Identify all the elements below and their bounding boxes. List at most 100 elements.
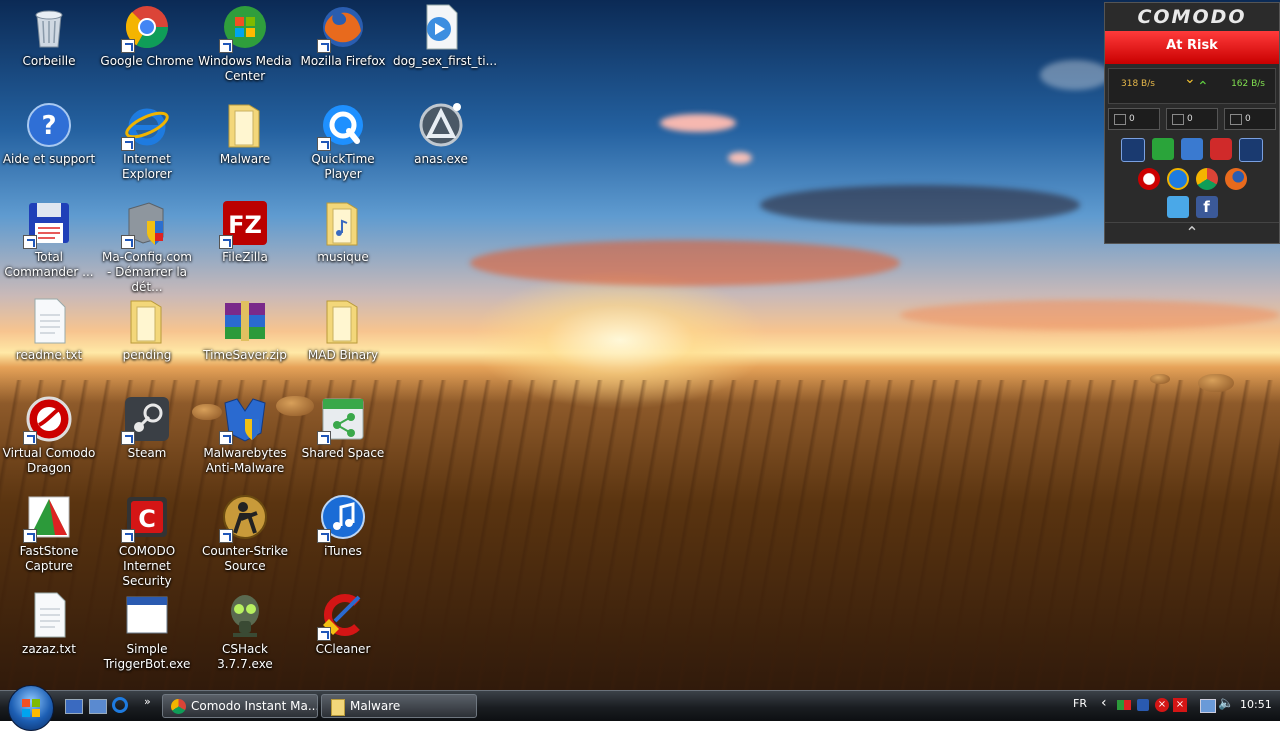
desktop-icon-anas-exe[interactable]: anas.exe xyxy=(393,101,489,167)
sandbox-counter[interactable]: 0 xyxy=(1166,108,1218,130)
sandbox-icon[interactable] xyxy=(1181,138,1203,160)
cloud xyxy=(900,300,1280,330)
error-tray-icon[interactable]: × xyxy=(1173,698,1187,712)
desktop-icon-label: Shared Space xyxy=(301,446,385,460)
desktop-icon-label: dog_sex_first_ti... xyxy=(393,54,498,68)
taskbar: » Comodo Instant Ma... Malware FR ‹ × × … xyxy=(0,685,1280,731)
switch-windows-icon[interactable] xyxy=(89,699,107,714)
desktop-icon-steam[interactable]: Steam xyxy=(99,395,195,461)
desktop-icon-label: readme.txt xyxy=(15,348,83,362)
internet-explorer-icon xyxy=(121,101,171,151)
desktop-icon-simple-triggerbot[interactable]: Simple TriggerBot.exe xyxy=(99,591,195,672)
shortcut-arrow-icon xyxy=(23,529,37,543)
desktop-icon-shared-space[interactable]: Shared Space xyxy=(295,395,391,461)
desktop-icon-internet-explorer[interactable]: Internet Explorer xyxy=(99,101,195,182)
volume-icon[interactable]: 🔈 xyxy=(1218,696,1234,711)
desktop-icon-faststone-capture[interactable]: FastStone Capture xyxy=(1,493,97,574)
security-alert-tray-icon[interactable]: × xyxy=(1155,698,1169,712)
log-counter[interactable]: 0 xyxy=(1224,108,1276,130)
desktop-icon-counter-strike-source[interactable]: Counter-Strike Source xyxy=(197,493,293,574)
internet-explorer-quicklaunch-icon[interactable] xyxy=(112,697,128,713)
desktop-icon-malware-folder[interactable]: Malware xyxy=(197,101,293,167)
firefox-icon[interactable] xyxy=(1224,168,1247,190)
network-tray-icon[interactable] xyxy=(1137,699,1149,711)
desktop-icon-itunes[interactable]: iTunes xyxy=(295,493,391,559)
desktop-icon-malwarebytes[interactable]: Malwarebytes Anti-Malware xyxy=(197,395,293,476)
desktop-icon-zazaz-txt[interactable]: zazaz.txt xyxy=(1,591,97,657)
show-hidden-icons-icon[interactable]: ‹ xyxy=(1101,695,1107,711)
desktop-icon-label: FileZilla xyxy=(222,250,268,264)
internet-explorer-icon[interactable] xyxy=(1166,168,1189,190)
quicktime-icon xyxy=(317,101,367,151)
blocked-counter[interactable]: 0 xyxy=(1108,108,1160,130)
folder-icon xyxy=(123,297,171,345)
firefox-icon xyxy=(317,3,367,53)
desktop-icon-label: pending xyxy=(122,348,172,362)
desktop-icon-label: Total Commander ... xyxy=(4,250,94,279)
desktop-icon-label: Corbeille xyxy=(22,54,76,68)
taskbar-task-malware-folder[interactable]: Malware xyxy=(321,694,477,718)
desktop-icon-label: Mozilla Firefox xyxy=(300,54,386,68)
security-status-banner[interactable]: At Risk xyxy=(1105,31,1279,64)
network-traffic-panel[interactable]: 318 B/s ⌄ ⌃ 162 B/s xyxy=(1108,68,1276,104)
comodo-dragon-icon[interactable] xyxy=(1137,168,1160,190)
chrome-icon[interactable] xyxy=(1195,168,1218,190)
desktop-icon-ma-config[interactable]: Ma-Config.com - Démarrer la dét... xyxy=(99,199,195,295)
chrome-icon xyxy=(171,699,186,714)
desktop-icon-label: zazaz.txt xyxy=(22,642,76,656)
clock[interactable]: 10:51 xyxy=(1240,698,1272,711)
desktop-icon-musique-folder[interactable]: musique xyxy=(295,199,391,265)
quicklaunch-overflow-icon[interactable]: » xyxy=(144,695,151,708)
comodo-logo: COMODO xyxy=(1137,6,1247,28)
windows-logo-icon xyxy=(22,699,40,717)
desktop-icon-filezilla[interactable]: FZ FileZilla xyxy=(197,199,293,265)
facebook-icon[interactable]: f xyxy=(1195,196,1218,218)
desktop-icon-cshack[interactable]: CSHack 3.7.7.exe xyxy=(197,591,293,672)
desktop-icon-label: FastStone Capture xyxy=(19,544,79,573)
folder-icon xyxy=(319,297,367,345)
desktop-icon-video-file[interactable]: dog_sex_first_ti... xyxy=(393,3,498,69)
desktop-icon-readme-txt[interactable]: readme.txt xyxy=(1,297,97,363)
desktop-icon-corbeille[interactable]: Corbeille xyxy=(1,3,97,69)
desktop-icon-quicktime-player[interactable]: QuickTime Player xyxy=(295,101,391,182)
folder-icon xyxy=(221,101,269,149)
desktop-icon-timesaver-zip[interactable]: TimeSaver.zip xyxy=(197,297,293,363)
desktop-icon-google-chrome[interactable]: Google Chrome xyxy=(99,3,195,69)
desktop-icon-comodo-internet-security[interactable]: C COMODO Internet Security xyxy=(99,493,195,589)
language-indicator[interactable]: FR xyxy=(1073,697,1087,710)
checkbox-icon xyxy=(1114,114,1126,125)
shortcut-arrow-icon xyxy=(219,431,233,445)
desktop-icon-virtual-comodo-dragon[interactable]: Virtual Comodo Dragon xyxy=(1,395,97,476)
taskbar-task-chrome[interactable]: Comodo Instant Ma... xyxy=(162,694,318,718)
desktop-icon-ccleaner[interactable]: CCleaner xyxy=(295,591,391,657)
collapse-icon[interactable]: ⌃ xyxy=(1105,222,1279,243)
start-button[interactable] xyxy=(8,685,54,731)
update-icon[interactable] xyxy=(1152,138,1174,160)
record-icon[interactable] xyxy=(1210,138,1232,160)
desktop-icon-pending-folder[interactable]: pending xyxy=(99,297,195,363)
desktop-icon-label: COMODO Internet Security xyxy=(118,544,176,588)
twitter-icon[interactable] xyxy=(1166,196,1189,218)
download-rate: 318 B/s xyxy=(1121,79,1155,89)
cloud xyxy=(660,114,736,132)
itunes-icon xyxy=(317,493,367,543)
activity-icon[interactable] xyxy=(1239,138,1263,162)
shortcut-arrow-icon xyxy=(23,431,37,445)
desktop-icon-aide-et-support[interactable]: ? Aide et support xyxy=(1,101,97,167)
shared-space-icon xyxy=(317,395,367,445)
desktop-icon-windows-media-center[interactable]: Windows Media Center xyxy=(197,3,293,84)
shortcut-arrow-icon xyxy=(219,39,233,53)
comodo-tray-icon[interactable] xyxy=(1117,700,1131,710)
show-desktop-icon[interactable] xyxy=(65,699,83,714)
help-icon: ? xyxy=(25,101,73,149)
desktop-icon-label: iTunes xyxy=(324,544,362,558)
desktop-icon-mad-binary-folder[interactable]: MAD Binary xyxy=(295,297,391,363)
steam-icon xyxy=(121,395,171,445)
svg-text:?: ? xyxy=(41,111,56,141)
network-connection-icon[interactable] xyxy=(1200,699,1216,713)
task-manager-icon[interactable] xyxy=(1121,138,1145,162)
desktop-icon-mozilla-firefox[interactable]: Mozilla Firefox xyxy=(295,3,391,69)
shortcut-arrow-icon xyxy=(317,529,331,543)
winrar-archive-icon xyxy=(221,297,269,345)
desktop-icon-total-commander[interactable]: Total Commander ... xyxy=(1,199,97,280)
